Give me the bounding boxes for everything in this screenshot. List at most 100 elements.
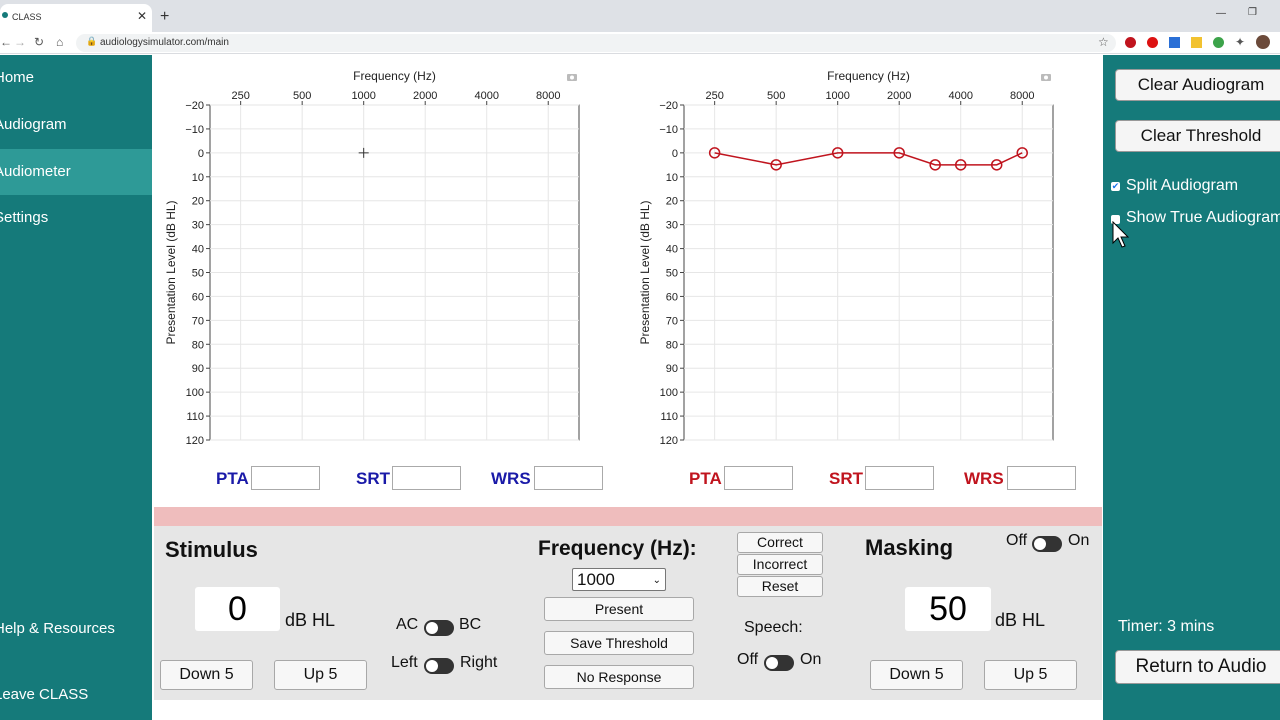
clear-audiogram-button[interactable]: Clear Audiogram bbox=[1115, 69, 1280, 101]
split-audiogram-checkbox[interactable]: ✔ bbox=[1111, 182, 1120, 191]
browser-tab[interactable]: CLASS ✕ bbox=[0, 4, 152, 32]
masking-down-button[interactable]: Down 5 bbox=[870, 660, 963, 690]
right-pta-label: PTA bbox=[689, 469, 722, 488]
right-wrs-label: WRS bbox=[964, 469, 1004, 488]
extension-graduation-icon[interactable] bbox=[1169, 37, 1180, 48]
sidebar-item-audiometer[interactable]: Audiometer bbox=[0, 149, 152, 195]
new-tab-icon[interactable]: + bbox=[160, 8, 169, 26]
url-text: audiologysimulator.com/main bbox=[100, 37, 229, 48]
save-threshold-button[interactable]: Save Threshold bbox=[544, 631, 694, 655]
x-tick-label: 2000 bbox=[413, 90, 437, 102]
masking-up-button[interactable]: Up 5 bbox=[984, 660, 1077, 690]
x-tick-label: 500 bbox=[293, 90, 311, 102]
masking-off-label: Off bbox=[1006, 532, 1028, 549]
chevron-down-icon: ⌄ bbox=[652, 575, 661, 586]
right-wrs-field[interactable] bbox=[1007, 466, 1076, 490]
bc-label: BC bbox=[459, 616, 482, 633]
left-srt-field[interactable] bbox=[392, 466, 461, 490]
right-ear-audiogram[interactable]: −20 −10 0 10 20 30 40 50 60 70 80 90 100 110 120 250 500… bbox=[628, 55, 1102, 455]
url-field[interactable]: 🔒 audiologysimulator.com/main bbox=[76, 34, 1116, 52]
right-srt-field[interactable] bbox=[865, 466, 934, 490]
extension-folder-icon[interactable] bbox=[1191, 37, 1202, 48]
sidebar-item-label: Home bbox=[0, 69, 35, 86]
right-pta-field[interactable] bbox=[724, 466, 793, 490]
speech-toggle[interactable] bbox=[764, 655, 794, 671]
forward-icon[interactable]: → bbox=[14, 35, 26, 49]
x-tick-label: 8000 bbox=[1010, 90, 1034, 102]
sidebar-item-label: Audiometer bbox=[0, 163, 71, 180]
sidebar-item-help[interactable]: Help & Resources bbox=[0, 606, 152, 652]
masking-title: Masking bbox=[865, 535, 954, 560]
ac-bc-toggle[interactable] bbox=[424, 620, 454, 636]
x-tick-label: 250 bbox=[231, 90, 249, 102]
sidebar-item-home[interactable]: Home bbox=[0, 55, 152, 101]
reset-button[interactable]: Reset bbox=[737, 576, 823, 597]
bookmark-star-icon[interactable]: ☆ bbox=[1098, 35, 1109, 49]
left-pta-field[interactable] bbox=[251, 466, 320, 490]
timer-text: Timer: 3 mins bbox=[1118, 618, 1215, 635]
present-button[interactable]: Present bbox=[544, 597, 694, 621]
masking-toggle[interactable] bbox=[1032, 536, 1062, 552]
return-to-audiogram-button[interactable]: Return to Audio bbox=[1115, 650, 1280, 684]
extension-adblock-icon[interactable] bbox=[1125, 37, 1136, 48]
back-icon[interactable]: ← bbox=[0, 35, 12, 49]
y-tick-label: 30 bbox=[192, 220, 204, 232]
stimulus-level-display: 0 bbox=[195, 587, 280, 631]
right-srt-label: SRT bbox=[829, 469, 863, 488]
speech-on-label: On bbox=[800, 651, 822, 668]
sidebar-item-label: Help & Resources bbox=[0, 620, 115, 637]
home-icon[interactable]: ⌂ bbox=[56, 35, 63, 49]
extension-opera-icon[interactable] bbox=[1147, 37, 1158, 48]
audiogram-panel: −20 −10 0 10 20 30 40 50 60 70 80 90 100 110 120 250 500… bbox=[154, 55, 1102, 505]
extension-sync-icon[interactable] bbox=[1213, 37, 1224, 48]
y-tick-label: 110 bbox=[660, 411, 678, 423]
y-tick-label: 100 bbox=[186, 387, 204, 399]
left-wrs-field[interactable] bbox=[534, 466, 603, 490]
audiometer-controls: Stimulus 0 dB HL Down 5 Up 5 AC BC Left … bbox=[154, 526, 1102, 700]
sidebar-item-leave[interactable]: Leave CLASS bbox=[0, 672, 152, 718]
extensions-puzzle-icon[interactable]: ✦ bbox=[1235, 35, 1245, 49]
stimulus-down-button[interactable]: Down 5 bbox=[160, 660, 253, 690]
clear-threshold-button[interactable]: Clear Threshold bbox=[1115, 120, 1280, 152]
address-bar: ← → ↻ ⌂ 🔒 audiologysimulator.com/main ☆ … bbox=[0, 32, 1280, 54]
stimulus-up-button[interactable]: Up 5 bbox=[274, 660, 367, 690]
left-ear-audiogram[interactable]: −20 −10 0 10 20 30 40 50 60 70 80 90 100 110 120 250 500… bbox=[154, 55, 628, 455]
x-tick-label: 1000 bbox=[825, 90, 849, 102]
profile-avatar[interactable] bbox=[1256, 35, 1270, 49]
reload-icon[interactable]: ↻ bbox=[34, 35, 44, 49]
y-tick-label: 110 bbox=[186, 411, 204, 423]
speech-off-label: Off bbox=[737, 651, 759, 668]
masking-on-label: On bbox=[1068, 532, 1090, 549]
y-tick-label: 60 bbox=[192, 291, 204, 303]
frequency-select[interactable]: 1000 ⌄ bbox=[572, 568, 666, 591]
stimulus-unit: dB HL bbox=[285, 610, 336, 630]
y-tick-label: 40 bbox=[192, 244, 204, 256]
close-tab-icon[interactable]: ✕ bbox=[137, 9, 147, 23]
y-tick-label: 60 bbox=[666, 291, 678, 303]
ear-toggle[interactable] bbox=[424, 658, 454, 674]
split-audiogram-label: Split Audiogram bbox=[1126, 177, 1239, 194]
sidebar-item-audiogram[interactable]: Audiogram bbox=[0, 102, 152, 148]
x-tick-label: 250 bbox=[705, 90, 723, 102]
y-tick-label: −20 bbox=[185, 100, 204, 112]
y-tick-label: 50 bbox=[666, 268, 678, 280]
left-pta-label: PTA bbox=[216, 469, 249, 488]
sidebar-item-settings[interactable]: Settings bbox=[0, 195, 152, 241]
camera-icon[interactable] bbox=[1041, 74, 1051, 81]
incorrect-button[interactable]: Incorrect bbox=[737, 554, 823, 575]
no-response-button[interactable]: No Response bbox=[544, 665, 694, 689]
tab-title: CLASS bbox=[12, 12, 42, 22]
favicon-icon bbox=[2, 12, 8, 18]
minimize-icon[interactable]: — bbox=[1216, 8, 1226, 19]
show-true-audiogram-label: Show True Audiogram bbox=[1126, 209, 1280, 226]
sidebar-nav: Home Audiogram Audiometer Settings Help … bbox=[0, 55, 152, 720]
y-tick-label: 120 bbox=[186, 435, 204, 447]
correct-button[interactable]: Correct bbox=[737, 532, 823, 553]
y-tick-label: −10 bbox=[659, 124, 678, 136]
sidebar-item-label: Settings bbox=[0, 209, 49, 226]
camera-icon[interactable] bbox=[567, 74, 577, 81]
restore-icon[interactable]: ❐ bbox=[1248, 7, 1257, 18]
x-tick-label: 4000 bbox=[474, 90, 498, 102]
lock-icon: 🔒 bbox=[86, 36, 98, 46]
left-srt-label: SRT bbox=[356, 469, 390, 488]
